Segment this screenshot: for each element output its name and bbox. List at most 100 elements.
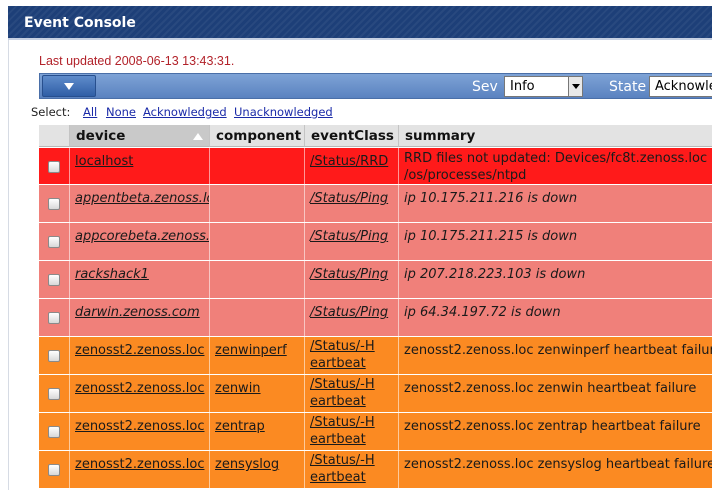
component-cell[interactable] [210,261,305,298]
eventclass-value: /Status/Ping [310,191,389,206]
table-row[interactable]: appcorebeta.zenoss.loc/Status/Ping ip 10.… [39,223,712,261]
component-cell[interactable] [210,148,305,184]
device-cell[interactable]: darwin.zenoss.com [70,299,210,336]
table-row[interactable]: zenosst2.zenoss.loc zenwin/Status/-Heartb… [39,375,712,413]
eventclass-value: /Status/-Heartbeat [310,415,375,447]
column-header-eventclass[interactable]: eventClass [305,125,399,147]
sev-select[interactable]: Info [504,76,583,97]
eventclass-cell[interactable]: /Status/-Heartbeat [305,451,399,488]
checkbox-cell [39,185,70,222]
checkbox-cell [39,375,70,412]
row-checkbox[interactable] [48,312,60,324]
table-row[interactable]: appentbeta.zenoss.loc/Status/Ping ip 10.1… [39,185,712,223]
checkbox-cell [39,148,70,184]
table-row[interactable]: rackshack1/Status/Ping ip 207.218.223.103… [39,261,712,299]
eventclass-cell[interactable]: /Status/-Heartbeat [305,413,399,450]
table-row[interactable]: localhost/Status/RRD RRD files not update… [39,148,712,185]
checkbox-column-header [39,125,70,147]
eventclass-cell[interactable]: /Status/Ping [305,185,399,222]
checkbox-cell [39,261,70,298]
table-row[interactable]: zenosst2.zenoss.loc zensyslog/Status/-Hea… [39,451,712,489]
table-row[interactable]: darwin.zenoss.com/Status/Ping ip 64.34.19… [39,299,712,337]
select-acknowledged-link[interactable]: Acknowledged [143,105,227,119]
column-header-component[interactable]: component [210,125,305,147]
row-checkbox[interactable] [48,388,60,400]
component-value: zentrap [215,419,265,434]
state-select[interactable]: Acknowledged [649,76,712,97]
device-cell[interactable]: zenosst2.zenoss.loc [70,337,210,374]
summary-value: zenosst2.zenoss.loc zenwinperf heartbeat… [404,343,712,358]
eventclass-cell[interactable]: /Status/Ping [305,223,399,260]
component-cell[interactable]: zenwin [210,375,305,412]
checkbox-cell [39,413,70,450]
column-header-summary[interactable]: summary [399,125,712,147]
device-value: zenosst2.zenoss.loc [75,381,205,396]
row-checkbox[interactable] [48,274,60,286]
summary-cell: ip 64.34.197.72 is down [399,299,712,336]
component-cell[interactable] [210,299,305,336]
eventclass-value: /Status/Ping [310,267,389,282]
component-cell[interactable]: zenwinperf [210,337,305,374]
device-value: zenosst2.zenoss.loc [75,343,205,358]
checkbox-cell [39,223,70,260]
row-checkbox[interactable] [48,161,60,173]
component-cell[interactable]: zensyslog [210,451,305,488]
eventclass-cell[interactable]: /Status/Ping [305,299,399,336]
eventclass-value: /Status/-Heartbeat [310,377,375,409]
checkbox-cell [39,299,70,336]
row-checkbox[interactable] [48,426,60,438]
summary-value: zenosst2.zenoss.loc zensyslog heartbeat … [404,457,712,472]
select-all-link[interactable]: All [83,105,97,119]
summary-value: ip 10.175.211.216 is down [404,191,578,206]
device-value: appcorebeta.zenoss.loc [75,229,210,244]
row-checkbox[interactable] [48,198,60,210]
eventclass-value: /Status/Ping [310,305,389,320]
dropdown-arrow-icon[interactable] [568,77,582,96]
select-bar: Select: All None Acknowledged Unacknowle… [31,101,712,123]
eventclass-value: /Status/Ping [310,229,389,244]
table-row[interactable]: zenosst2.zenoss.loc zenwinperf/Status/-He… [39,337,712,375]
summary-cell: zenosst2.zenoss.loc zenwinperf heartbeat… [399,337,712,374]
device-value: zenosst2.zenoss.loc [75,419,205,434]
device-cell[interactable]: appcorebeta.zenoss.loc [70,223,210,260]
eventclass-cell[interactable]: /Status/-Heartbeat [305,375,399,412]
component-cell[interactable] [210,185,305,222]
eventclass-value: /Status/-Heartbeat [310,453,375,485]
menu-dropdown-button[interactable] [42,75,96,97]
component-cell[interactable]: zentrap [210,413,305,450]
summary-value: RRD files not updated: Devices/fc8t.zeno… [404,151,708,183]
eventclass-cell[interactable]: /Status/-Heartbeat [305,337,399,374]
eventclass-cell[interactable]: /Status/Ping [305,261,399,298]
device-cell[interactable]: zenosst2.zenoss.loc [70,375,210,412]
table-row[interactable]: zenosst2.zenoss.loc zentrap/Status/-Heart… [39,413,712,451]
eventclass-cell[interactable]: /Status/RRD [305,148,399,184]
component-value: zensyslog [215,457,280,472]
row-checkbox[interactable] [48,464,60,476]
checkbox-cell [39,451,70,488]
column-header-device[interactable]: device [70,125,210,147]
device-cell[interactable]: zenosst2.zenoss.loc [70,451,210,488]
summary-cell: ip 10.175.211.216 is down [399,185,712,222]
summary-cell: zenosst2.zenoss.loc zenwin heartbeat fai… [399,375,712,412]
eventclass-value: /Status/-Heartbeat [310,339,375,371]
device-value: zenosst2.zenoss.loc [75,457,205,472]
select-unacknowledged-link[interactable]: Unacknowledged [234,105,333,119]
last-updated-text: Last updated 2008-06-13 13:43:31. [39,54,235,68]
device-value: rackshack1 [75,267,149,282]
device-cell[interactable]: appentbeta.zenoss.loc [70,185,210,222]
title-bar: Event Console [8,6,712,40]
select-label: Select: [31,105,71,119]
sev-select-value: Info [510,79,535,94]
component-cell[interactable] [210,223,305,260]
summary-value: ip 207.218.223.103 is down [404,267,586,282]
select-none-link[interactable]: None [106,105,136,119]
row-checkbox[interactable] [48,350,60,362]
device-cell[interactable]: zenosst2.zenoss.loc [70,413,210,450]
sort-ascending-icon [193,133,203,140]
device-cell[interactable]: rackshack1 [70,261,210,298]
column-header-eventclass-label: eventClass [311,128,394,144]
row-checkbox[interactable] [48,236,60,248]
device-cell[interactable]: localhost [70,148,210,184]
device-value: darwin.zenoss.com [75,305,200,320]
component-value: zenwin [215,381,261,396]
